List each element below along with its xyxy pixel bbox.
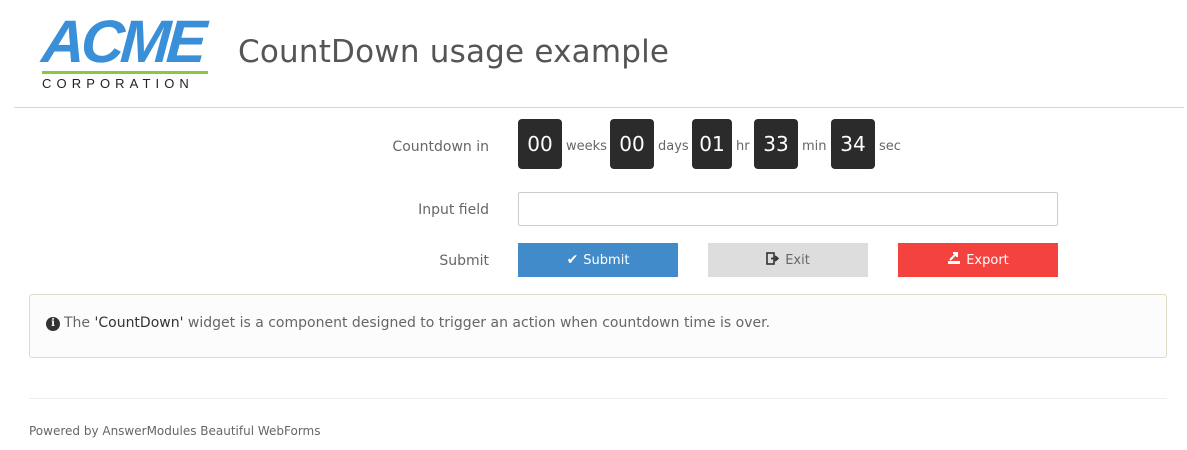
- page-title: CountDown usage example: [238, 34, 670, 70]
- footer-divider: [29, 398, 1167, 399]
- logo-green-bar: [42, 71, 208, 74]
- info-prefix: The: [64, 315, 95, 331]
- exit-button[interactable]: Exit: [708, 243, 868, 277]
- countdown-weeks-unit: weeks: [566, 139, 607, 154]
- export-button-label: Export: [966, 252, 1009, 268]
- sign-out-icon: [766, 252, 780, 268]
- submit-row-label: Submit: [439, 253, 489, 269]
- info-circle-icon: i: [46, 317, 60, 331]
- input-field[interactable]: [518, 192, 1058, 226]
- exit-button-label: Exit: [785, 252, 810, 268]
- logo-subtitle: CORPORATION: [42, 76, 194, 91]
- countdown-days-unit: days: [658, 139, 689, 154]
- check-icon: ✔: [566, 252, 579, 268]
- countdown-weeks-value: 00: [518, 119, 562, 169]
- input-field-label: Input field: [418, 202, 489, 218]
- acme-logo: ACME CORPORATION: [39, 8, 210, 91]
- countdown-label: Countdown in: [392, 139, 489, 155]
- header-divider: [14, 107, 1184, 108]
- countdown-minutes-unit: min: [802, 139, 827, 154]
- export-button[interactable]: Export: [898, 243, 1058, 277]
- footer-text: Powered by AnswerModules Beautiful WebFo…: [29, 424, 321, 438]
- countdown-days-value: 00: [610, 119, 654, 169]
- countdown-seconds-value: 34: [831, 119, 875, 169]
- info-widget-name: 'CountDown': [94, 315, 184, 331]
- info-panel: i The 'CountDown' widget is a component d…: [29, 294, 1167, 358]
- info-suffix: widget is a component designed to trigge…: [183, 315, 771, 331]
- info-message: i The 'CountDown' widget is a component d…: [46, 315, 770, 331]
- countdown-hours-unit: hr: [736, 139, 750, 154]
- submit-button-label: Submit: [583, 252, 630, 268]
- submit-button[interactable]: ✔ Submit: [518, 243, 678, 277]
- countdown-minutes-value: 33: [754, 119, 798, 169]
- countdown-hours-value: 01: [692, 119, 732, 169]
- export-icon: [947, 252, 961, 268]
- countdown-seconds-unit: sec: [879, 139, 901, 154]
- page: ACME CORPORATION CountDown usage example…: [0, 0, 1187, 450]
- logo-wordmark: ACME: [39, 8, 206, 75]
